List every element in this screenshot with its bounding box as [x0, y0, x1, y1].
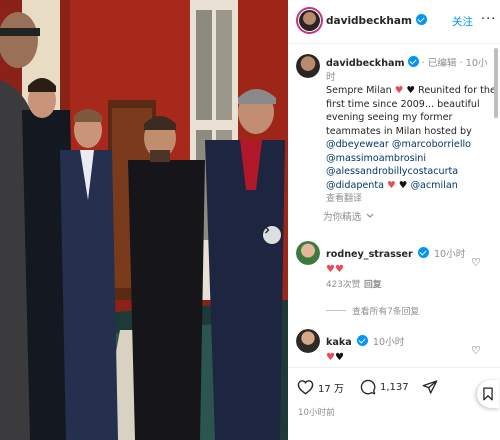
post-panel: davidbeckham 关注 ··· davidbeckham · 已编辑 ·… [288, 0, 500, 440]
comment-rodney: rodney_strasser 10小时 ♥♥ [326, 242, 476, 275]
author-avatar[interactable] [296, 7, 323, 34]
post-photo [0, 0, 288, 440]
caption-username[interactable]: davidbeckham [326, 58, 405, 69]
verified-badge-icon [407, 56, 419, 67]
photo-illustration [0, 0, 288, 440]
like-action[interactable]: 17 万 [297, 379, 344, 395]
comment-icon [360, 379, 376, 395]
caption-avatar[interactable] [296, 54, 320, 78]
post-timestamp: 10小时前 [298, 408, 335, 418]
comment-avatar-rodney[interactable] [296, 241, 320, 265]
mention-alessandrobillycostacurta[interactable]: @alessandrobillycostacurta [326, 166, 458, 177]
comment-kaka: kaka 10小时 ♥♥ [326, 330, 476, 363]
comment-action[interactable]: 1,137 [360, 379, 409, 395]
author-username[interactable]: davidbeckham [326, 15, 412, 27]
scrollbar-thumb[interactable] [494, 48, 498, 118]
mention-marcoborriello[interactable]: @marcoborriello [392, 139, 471, 150]
bookmark-icon [483, 387, 493, 401]
chevron-right-icon [265, 226, 270, 234]
comment-username[interactable]: kaka [326, 337, 352, 348]
view-replies-label: 查看所有7条回复 [352, 307, 420, 317]
comment-text: ♥♥ [326, 264, 344, 275]
comment-text: ♥♥ [326, 352, 344, 363]
share-icon [422, 380, 438, 394]
mention-massimoambrosini[interactable]: @massimoambrosini [326, 153, 426, 164]
carousel-next-button[interactable] [263, 226, 281, 244]
mention-dbeyewear[interactable]: @dbeyewear [326, 139, 389, 150]
more-options-button[interactable]: ··· [481, 12, 496, 27]
verified-badge-icon [415, 14, 427, 25]
more-for-you-label: 为你精选 [323, 212, 362, 223]
view-replies-button[interactable]: 查看所有7条回复 [326, 304, 419, 317]
chevron-down-icon [367, 213, 374, 218]
reply-button[interactable]: 回复 [364, 277, 382, 290]
edited-label: 已编辑 [427, 58, 457, 69]
comment-time: 10小时 [372, 337, 405, 348]
verified-badge-icon [356, 335, 368, 346]
share-action[interactable] [422, 379, 438, 395]
black-heart-emoji: ♥ [406, 85, 416, 96]
comment-avatar-kaka[interactable] [296, 329, 320, 353]
likes-count: 17 万 [318, 383, 344, 395]
red-heart-emoji: ♥ [394, 85, 404, 96]
heart-icon [297, 380, 314, 395]
post-actions: 17 万 1,137 10小时前 [288, 367, 500, 440]
post-caption: davidbeckham · 已编辑 · 10小时 Sempre Milan ♥… [326, 56, 496, 207]
comment-like-button[interactable]: ♡ [471, 256, 481, 269]
comment-username[interactable]: rodney_strasser [326, 249, 413, 260]
replies-divider [326, 310, 346, 311]
red-heart-emoji: ♥ [387, 179, 396, 191]
more-for-you[interactable]: 为你精选 [323, 209, 374, 223]
comments-scroll-area[interactable]: davidbeckham · 已编辑 · 10小时 Sempre Milan ♥… [288, 45, 500, 367]
bookmark-action[interactable] [477, 380, 499, 408]
post-header: davidbeckham 关注 ··· [288, 0, 500, 44]
follow-button[interactable]: 关注 [452, 14, 473, 29]
comments-count: 1,137 [380, 381, 409, 393]
comment-likes-count[interactable]: 423次赞 [326, 277, 360, 290]
caption-text-1: Sempre Milan [326, 85, 392, 96]
comment-like-button[interactable]: ♡ [471, 344, 481, 357]
mention-didapenta[interactable]: @didapenta [326, 180, 384, 191]
black-heart-emoji: ♥ [398, 179, 408, 191]
comment-time: 10小时 [433, 249, 466, 260]
verified-badge-icon [417, 247, 429, 258]
mention-acmilan[interactable]: @acmilan [410, 180, 457, 191]
see-translation-link[interactable]: 查看翻译 [326, 193, 496, 207]
